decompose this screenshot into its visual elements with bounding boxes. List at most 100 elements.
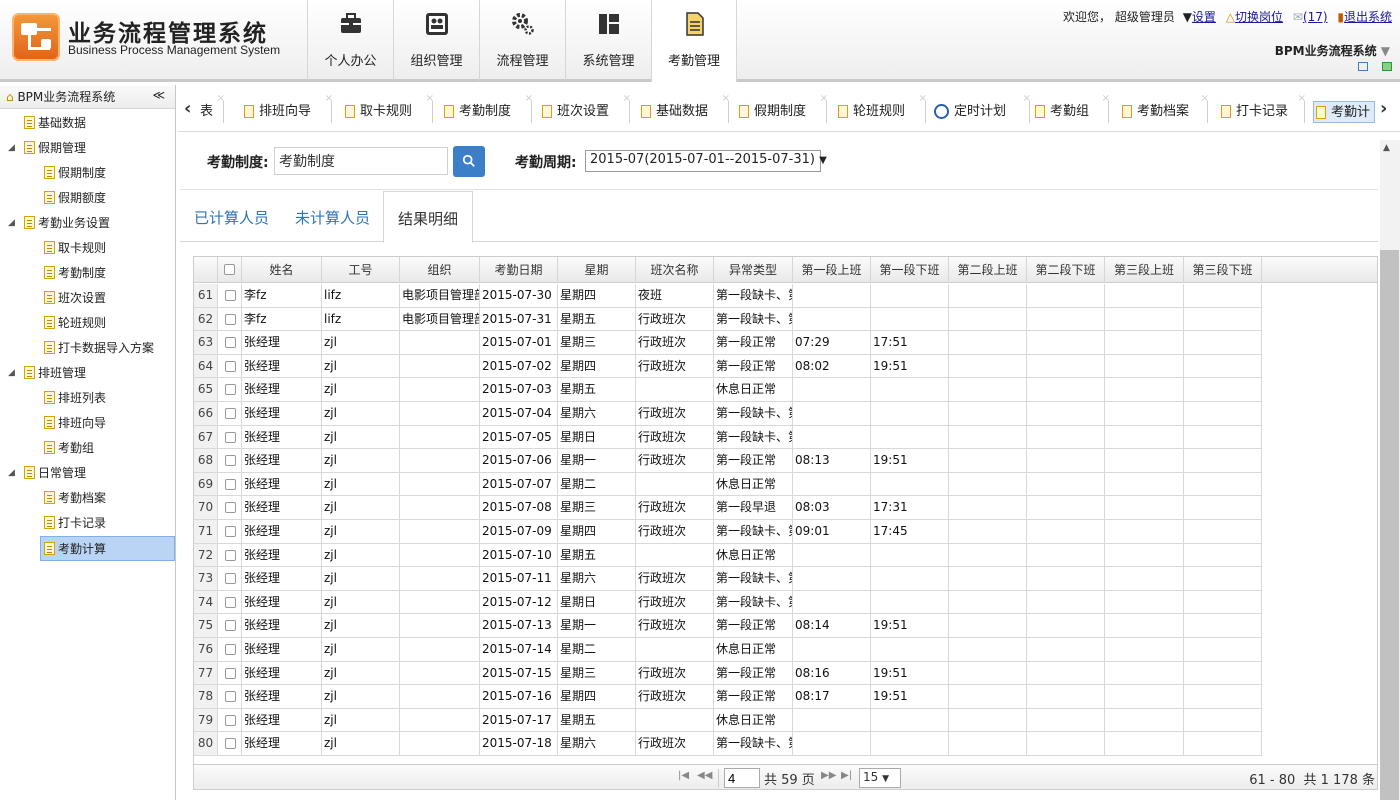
table-row[interactable]: 76 张经理 zjl 2015-07-14 星期二 休息日正常 bbox=[194, 638, 1377, 662]
table-row[interactable]: 80 张经理 zjl 2015-07-18 星期六 行政班次 第一段缺卡、第 bbox=[194, 732, 1377, 756]
tab-item[interactable]: 取卡规则 × bbox=[343, 93, 434, 123]
row-checkbox[interactable] bbox=[218, 378, 242, 402]
checkbox-icon[interactable] bbox=[225, 620, 236, 632]
tree-item[interactable]: 考勤制度 bbox=[0, 261, 175, 286]
select-all-checkbox[interactable] bbox=[218, 257, 242, 283]
period-select[interactable]: 2015-07(2015-07-01--2015-07-31) ▼ bbox=[585, 150, 827, 172]
col-header[interactable]: 考勤日期 bbox=[480, 257, 558, 283]
tab-item[interactable]: 班次设置 × bbox=[540, 93, 631, 123]
col-header[interactable]: 班次名称 bbox=[636, 257, 714, 283]
first-page-icon[interactable]: |◀ bbox=[678, 770, 689, 781]
search-button[interactable] bbox=[453, 146, 485, 177]
expanded-arrow-icon[interactable]: ◢ bbox=[8, 136, 15, 161]
table-row[interactable]: 61 李fz lifz 电影项目管理部 2015-07-30 星期四 夜班 第一段缺卡、第 bbox=[194, 284, 1377, 308]
row-checkbox[interactable] bbox=[218, 449, 242, 473]
checkbox-icon[interactable] bbox=[225, 455, 236, 467]
tab-item[interactable]: 考勤档案 × bbox=[1120, 93, 1209, 123]
scrollbar-thumb[interactable] bbox=[1380, 250, 1399, 800]
row-checkbox[interactable] bbox=[218, 496, 242, 520]
checkbox-icon[interactable] bbox=[225, 644, 236, 655]
row-checkbox[interactable] bbox=[218, 354, 242, 379]
close-icon[interactable]: × bbox=[325, 88, 333, 110]
close-icon[interactable]: × bbox=[623, 88, 631, 110]
expanded-arrow-icon[interactable]: ◢ bbox=[8, 211, 15, 236]
row-checkbox[interactable] bbox=[218, 284, 242, 308]
row-checkbox[interactable] bbox=[218, 590, 242, 615]
tab-item[interactable]: 轮班规则 × bbox=[836, 93, 927, 123]
col-header[interactable]: 第二段下班 bbox=[1027, 257, 1105, 283]
row-checkbox[interactable] bbox=[218, 685, 242, 709]
col-header[interactable]: 第三段上班 bbox=[1105, 257, 1184, 283]
tab-item[interactable]: 基础数据 × bbox=[639, 93, 730, 123]
col-header[interactable]: 第一段上班 bbox=[793, 257, 871, 283]
close-icon[interactable]: × bbox=[820, 88, 828, 110]
tree-group[interactable]: ◢ 考勤业务设置 bbox=[0, 211, 175, 236]
tree-item[interactable]: 排班列表 bbox=[0, 386, 175, 411]
row-checkbox[interactable] bbox=[218, 661, 242, 686]
table-row[interactable]: 79 张经理 zjl 2015-07-17 星期五 休息日正常 bbox=[194, 708, 1377, 733]
tab-item[interactable]: 表 × bbox=[184, 93, 225, 123]
close-icon[interactable]: × bbox=[426, 88, 434, 110]
row-checkbox[interactable] bbox=[218, 331, 242, 355]
table-row[interactable]: 68 张经理 zjl 2015-07-06 星期一 行政班次 第一段正常 08:13 19:51 bbox=[194, 449, 1377, 473]
row-checkbox[interactable] bbox=[218, 402, 242, 426]
tab-item[interactable]: 假期制度 × bbox=[737, 93, 828, 123]
col-header[interactable]: 第一段下班 bbox=[871, 257, 949, 283]
checkbox-icon[interactable] bbox=[225, 478, 236, 490]
col-header[interactable]: 第二段上班 bbox=[949, 257, 1027, 283]
mail-icon[interactable]: ✉ bbox=[1293, 10, 1303, 24]
checkbox-icon[interactable] bbox=[225, 691, 236, 703]
table-row[interactable]: 64 张经理 zjl 2015-07-02 星期四 行政班次 第一段正常 08:02 19:51 bbox=[194, 354, 1377, 379]
maximize-icon[interactable] bbox=[1382, 62, 1392, 71]
menu-personal-office[interactable]: 个人办公 bbox=[307, 0, 393, 81]
close-icon[interactable]: × bbox=[1102, 88, 1110, 110]
tree-item[interactable]: 取卡规则 bbox=[0, 236, 175, 261]
tree-item[interactable]: 基础数据 bbox=[0, 111, 175, 136]
col-header[interactable]: 星期 bbox=[558, 257, 636, 283]
switch-post-link[interactable]: 切换岗位 bbox=[1235, 10, 1283, 24]
table-row[interactable]: 63 张经理 zjl 2015-07-01 星期三 行政班次 第一段正常 07:29 17:51 bbox=[194, 331, 1377, 355]
tab-uncalculated[interactable]: 未计算人员 bbox=[295, 191, 370, 242]
last-page-icon[interactable]: ▶| bbox=[841, 770, 852, 781]
tree-group[interactable]: ◢ 假期管理 bbox=[0, 136, 175, 161]
row-checkbox[interactable] bbox=[218, 638, 242, 662]
checkbox-icon[interactable] bbox=[225, 738, 236, 750]
page-size-select[interactable]: 15 ▼ bbox=[859, 768, 901, 788]
tree-item[interactable]: 轮班规则 bbox=[0, 311, 175, 336]
row-checkbox[interactable] bbox=[218, 472, 242, 497]
table-row[interactable]: 74 张经理 zjl 2015-07-12 星期日 行政班次 第一段缺卡、第 bbox=[194, 590, 1377, 615]
col-header[interactable]: 工号 bbox=[322, 257, 400, 283]
table-row[interactable]: 75 张经理 zjl 2015-07-13 星期一 行政班次 第一段正常 08:14 19:51 bbox=[194, 614, 1377, 638]
tab-item[interactable]: 排班向导 × bbox=[242, 93, 333, 123]
close-icon[interactable]: × bbox=[722, 88, 730, 110]
checkbox-icon[interactable] bbox=[225, 714, 236, 726]
tab-item[interactable]: 定时计划 × bbox=[934, 93, 1031, 123]
menu-system-management[interactable]: 系统管理 bbox=[565, 0, 651, 81]
col-header[interactable]: 姓名 bbox=[242, 257, 322, 283]
collapse-button[interactable]: ≪ bbox=[152, 88, 165, 102]
col-header[interactable]: 第三段下班 bbox=[1184, 257, 1262, 283]
checkbox-icon[interactable] bbox=[225, 502, 236, 514]
page-input[interactable] bbox=[724, 768, 760, 788]
row-checkbox[interactable] bbox=[218, 520, 242, 544]
tree-item[interactable]: 假期额度 bbox=[0, 186, 175, 211]
tab-item[interactable]: 考勤制度 × bbox=[442, 93, 533, 123]
checkbox-icon[interactable] bbox=[225, 337, 236, 349]
table-row[interactable]: 66 张经理 zjl 2015-07-04 星期六 行政班次 第一段缺卡、第 bbox=[194, 402, 1377, 426]
logout-link[interactable]: 退出系统 bbox=[1344, 10, 1392, 24]
menu-attendance-management[interactable]: 考勤管理 bbox=[651, 0, 737, 82]
close-icon[interactable]: × bbox=[525, 88, 533, 110]
checkbox-icon[interactable] bbox=[225, 596, 236, 608]
table-row[interactable]: 77 张经理 zjl 2015-07-15 星期三 行政班次 第一段正常 08:16 19:51 bbox=[194, 661, 1377, 686]
menu-process-management[interactable]: 流程管理 bbox=[479, 0, 565, 81]
checkbox-icon[interactable] bbox=[225, 360, 236, 372]
tab-item[interactable]: 考勤组 × bbox=[1033, 93, 1110, 123]
table-row[interactable]: 73 张经理 zjl 2015-07-11 星期六 行政班次 第一段缺卡、第 bbox=[194, 567, 1377, 591]
next-page-icon[interactable]: ▶▶ bbox=[821, 770, 836, 781]
tree-item[interactable]: 打卡数据导入方案 bbox=[0, 336, 175, 361]
restore-icon[interactable] bbox=[1357, 62, 1368, 71]
close-icon[interactable]: × bbox=[1298, 88, 1306, 110]
checkbox-icon[interactable] bbox=[225, 573, 236, 585]
table-row[interactable]: 65 张经理 zjl 2015-07-03 星期五 休息日正常 bbox=[194, 378, 1377, 402]
tree-group[interactable]: ◢ 排班管理 bbox=[0, 361, 175, 386]
